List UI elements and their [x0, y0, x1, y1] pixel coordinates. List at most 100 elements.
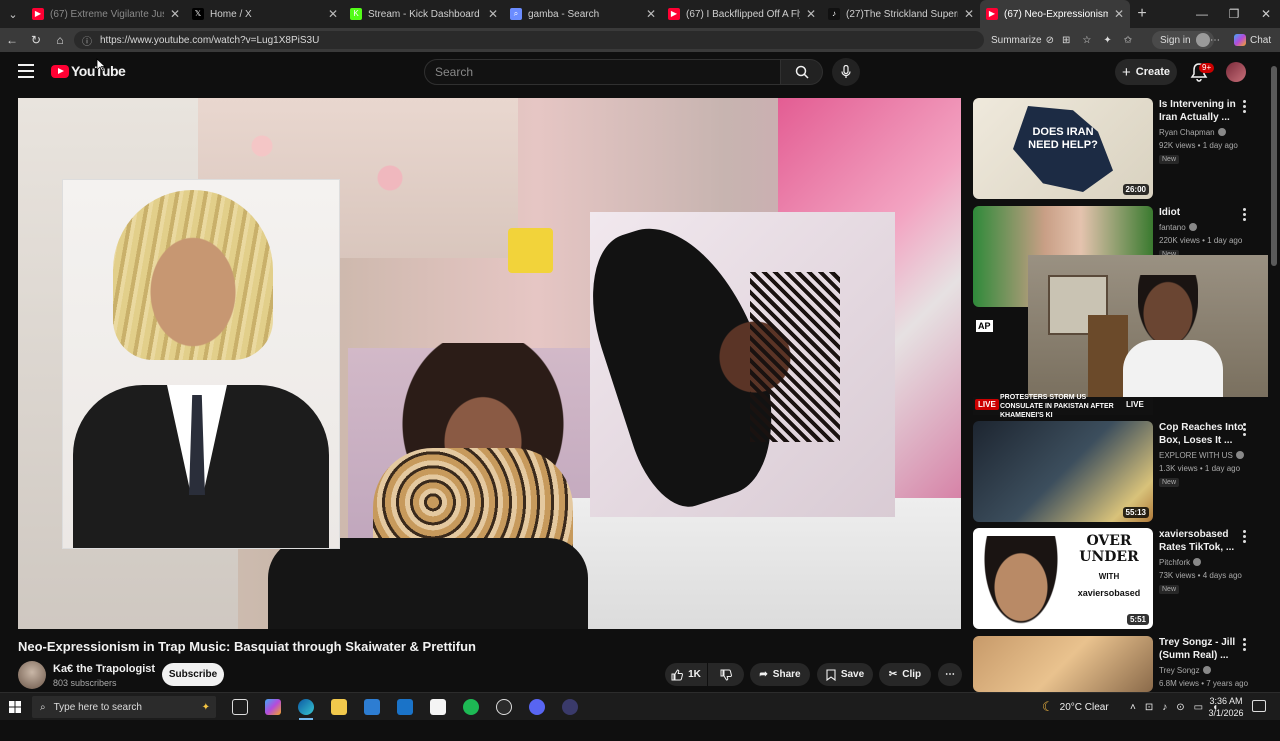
recommendation-title[interactable]: Cop Reaches Into Box, Loses It ...: [1159, 421, 1245, 447]
microsoft-store-icon[interactable]: [364, 699, 380, 715]
recommendation-channel[interactable]: EXPLORE WITH US: [1159, 451, 1233, 460]
youtube-logo[interactable]: YouTube: [51, 63, 126, 79]
close-window-icon[interactable]: ✕: [1250, 0, 1280, 28]
copilot-taskbar-icon[interactable]: [265, 699, 281, 715]
maximize-icon[interactable]: ❐: [1218, 0, 1250, 28]
tab-search-menu-icon[interactable]: ⌄: [0, 0, 26, 28]
reload-icon[interactable]: ↻: [24, 28, 48, 52]
more-vertical-icon[interactable]: [1243, 530, 1247, 543]
site-info-icon[interactable]: ⓘ: [82, 33, 92, 48]
recommendation-channel[interactable]: Trey Songz: [1159, 666, 1200, 675]
recommendation-channel[interactable]: Pitchfork: [1159, 558, 1190, 567]
discord-icon[interactable]: [529, 699, 545, 715]
search-input[interactable]: Search: [424, 59, 781, 85]
spotify-icon[interactable]: [463, 699, 479, 715]
mail-icon[interactable]: [397, 699, 413, 715]
browser-tab[interactable]: 𝕏 Home / X ✕: [186, 0, 344, 28]
close-tab-icon[interactable]: ✕: [806, 7, 816, 21]
guide-menu-icon[interactable]: [18, 64, 34, 78]
weather-widget[interactable]: ☾ 20°C Clear: [1042, 693, 1109, 721]
like-button[interactable]: 1K: [665, 663, 707, 686]
extensions-icon[interactable]: ✦: [1103, 35, 1111, 46]
recommendation-title[interactable]: Is Intervening in Iran Actually ...: [1159, 98, 1245, 124]
video-thumbnail[interactable]: OVER UNDER WITH xaviersobased 5:51: [973, 528, 1153, 629]
tab-title: Home / X: [210, 8, 252, 20]
recommendation-channel[interactable]: Ryan Chapman: [1159, 128, 1215, 137]
close-tab-icon[interactable]: ✕: [170, 7, 180, 21]
video-thumbnail[interactable]: DOES IRAN NEED HELP? 26:00: [973, 98, 1153, 199]
more-options-icon[interactable]: ⋯: [1210, 28, 1220, 52]
plus-icon: +: [1121, 63, 1131, 81]
network-icon[interactable]: ⊙: [1176, 702, 1184, 713]
browser-tab[interactable]: K Stream - Kick Dashboard ✕: [344, 0, 504, 28]
sign-in-button[interactable]: Sign in: [1152, 28, 1214, 52]
recommendation-title[interactable]: Idiot: [1159, 206, 1245, 219]
close-tab-icon[interactable]: ✕: [964, 7, 974, 21]
recommendation-card[interactable]: DOES IRAN NEED HELP? 26:00 Is Intervening …: [973, 98, 1263, 203]
task-view-icon[interactable]: [232, 699, 248, 715]
clip-button[interactable]: ✂ Clip: [879, 663, 931, 686]
volume-icon[interactable]: ♪: [1162, 702, 1167, 713]
taskbar-search-input[interactable]: ⌕ Type here to search ✦: [32, 696, 216, 718]
close-tab-icon[interactable]: ✕: [1114, 7, 1124, 21]
page-scrollbar[interactable]: [1268, 52, 1280, 692]
browser-tab[interactable]: ⌕ gamba - Search ✕: [504, 0, 662, 28]
favorite-star-icon[interactable]: ☆: [1082, 35, 1091, 46]
recommendation-channel[interactable]: fantano: [1159, 223, 1186, 232]
browser-tab[interactable]: ▶ (67) I Backflipped Off A Flying Ca ✕: [662, 0, 822, 28]
split-screen-icon[interactable]: ⊞: [1062, 35, 1070, 46]
app-icon[interactable]: [562, 699, 578, 715]
notification-center-icon[interactable]: [1252, 700, 1266, 712]
account-avatar[interactable]: [1226, 62, 1246, 82]
recommendation-card[interactable]: 55:13 Cop Reaches Into Box, Loses It ... E…: [973, 421, 1263, 526]
close-tab-icon[interactable]: ✕: [328, 7, 338, 21]
recommendation-card[interactable]: OVER UNDER WITH xaviersobased 5:51 xaviersoba…: [973, 528, 1263, 633]
recommendation-card[interactable]: Trey Songz - Jill (Sumn Real) ... Trey So…: [973, 636, 1263, 741]
browser-tab[interactable]: ▶ (67) Extreme Vigilante Justice in H ✕: [26, 0, 186, 28]
clock[interactable]: 3:36 AM 3/1/2026: [1208, 695, 1244, 719]
minimize-icon[interactable]: —: [1186, 0, 1218, 28]
obs-icon[interactable]: [496, 699, 512, 715]
live-news-strip[interactable]: LIVE PROTESTERS STORM US CONSULATE IN PA…: [973, 394, 1153, 419]
home-icon[interactable]: ⌂: [48, 28, 72, 52]
save-button[interactable]: Save: [817, 663, 873, 686]
summarize-button[interactable]: Summarize ⊘: [991, 28, 1054, 52]
channel-name[interactable]: Ka€ the Trapologist: [53, 663, 155, 675]
more-vertical-icon[interactable]: [1243, 423, 1247, 436]
more-vertical-icon[interactable]: [1243, 638, 1247, 651]
recommendation-title[interactable]: xaviersobased Rates TikTok, ...: [1159, 528, 1245, 554]
new-tab-plus-icon[interactable]: +: [1130, 5, 1154, 23]
tray-overflow-icon[interactable]: ˄: [1130, 702, 1136, 713]
back-arrow-icon[interactable]: ←: [0, 28, 24, 52]
thumbnail-text: xaviersobased: [1077, 588, 1141, 598]
channel-avatar[interactable]: [18, 661, 46, 689]
more-vertical-icon[interactable]: [1243, 208, 1247, 221]
windows-start-icon[interactable]: [9, 701, 21, 713]
more-actions-button[interactable]: ⋯: [938, 663, 962, 686]
voice-search-button[interactable]: [832, 58, 860, 86]
share-button[interactable]: ➦ Share: [750, 663, 810, 686]
subscribe-button[interactable]: Subscribe: [162, 663, 224, 686]
file-explorer-icon[interactable]: [331, 699, 347, 715]
close-tab-icon[interactable]: ✕: [488, 7, 498, 21]
video-player[interactable]: [18, 98, 961, 629]
edge-browser-icon[interactable]: [298, 699, 314, 715]
create-button[interactable]: + Create: [1115, 59, 1177, 85]
duration-badge: 5:51: [1126, 614, 1149, 625]
recommendation-title[interactable]: Trey Songz - Jill (Sumn Real) ...: [1159, 636, 1245, 662]
video-thumbnail[interactable]: 55:13: [973, 421, 1153, 522]
browser-tab[interactable]: ♪ (27)The Strickland Superman Pun ✕: [822, 0, 980, 28]
copilot-chat-button[interactable]: Chat: [1234, 28, 1271, 52]
more-vertical-icon[interactable]: [1243, 100, 1247, 113]
battery-icon[interactable]: ▭: [1194, 702, 1203, 713]
browser-tab[interactable]: ▶ (67) Neo-Expressionism in Tra ✕: [980, 0, 1130, 28]
tiktok-favicon-icon: ♪: [828, 8, 840, 20]
dislike-button[interactable]: [708, 663, 744, 686]
tray-app-icon[interactable]: ⊡: [1145, 702, 1153, 713]
address-bar[interactable]: ⓘ https://www.youtube.com/watch?v=Lug1X8…: [74, 31, 984, 49]
video-thumbnail[interactable]: [973, 636, 1153, 692]
notepad-icon[interactable]: [430, 699, 446, 715]
favorites-bar-icon[interactable]: ✩: [1124, 35, 1132, 46]
close-tab-icon[interactable]: ✕: [646, 7, 656, 21]
search-button[interactable]: [781, 59, 823, 85]
